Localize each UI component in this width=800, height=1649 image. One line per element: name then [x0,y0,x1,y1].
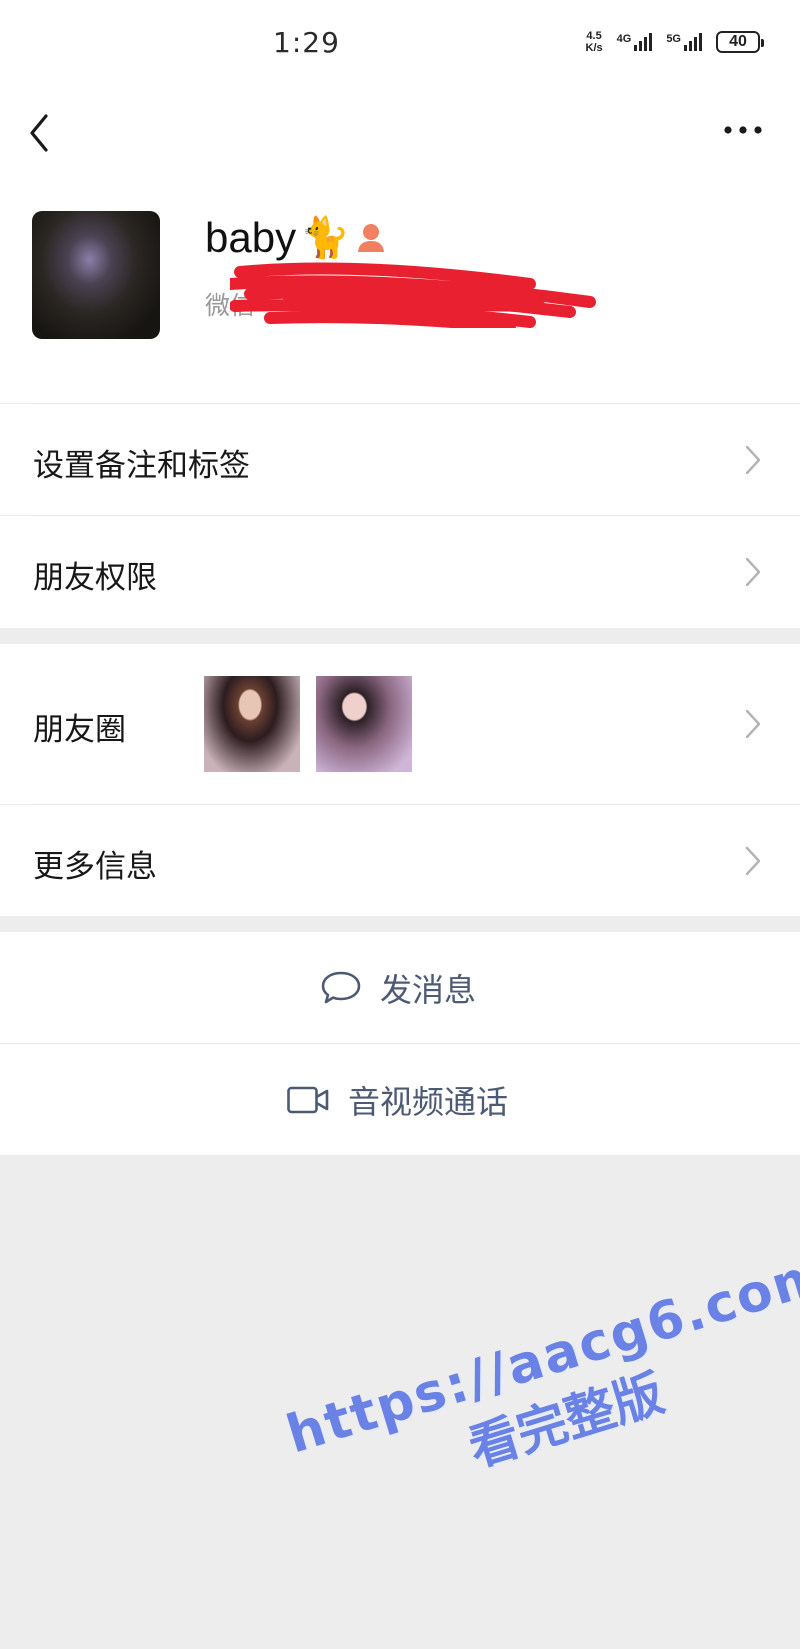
moments-row[interactable]: 朋友圈 [0,644,800,804]
friend-permissions-row[interactable]: 朋友权限 [0,516,800,628]
more-dots-icon [724,126,762,134]
moments-photo[interactable] [316,676,412,772]
avatar[interactable] [32,211,160,339]
profile-header [0,0,800,403]
video-call-button[interactable]: 音视频通话 [0,1044,800,1155]
nickname-row: baby 🐈 [205,214,388,262]
more-info-label: 更多信息 [33,849,157,885]
network-speed: 4.5 K/s [585,30,603,54]
status-icons: 4.5 K/s 4G 5G 40 [585,30,764,54]
chevron-right-icon [745,445,761,475]
more-info-row[interactable]: 更多信息 [0,805,800,916]
chevron-right-icon [745,709,761,739]
send-message-button[interactable]: 发消息 [0,932,800,1043]
more-options-button[interactable] [718,112,770,148]
cat-emoji: 🐈 [300,215,350,261]
video-camera-icon [287,1086,329,1113]
redaction-scribble [230,262,596,328]
chevron-right-icon [745,557,761,587]
chevron-right-icon [745,846,761,876]
female-icon [357,224,384,252]
video-call-label: 音视频通话 [348,1082,509,1121]
battery-icon: 40 [716,31,764,53]
send-message-label: 发消息 [380,970,477,1009]
signal-5g-icon: 5G [666,33,702,51]
moments-photo[interactable] [204,676,300,772]
friend-permissions-label: 朋友权限 [33,560,157,596]
signal-4g-icon: 4G [617,33,653,51]
chevron-left-icon [30,114,48,152]
set-remark-row[interactable]: 设置备注和标签 [0,404,800,515]
set-remark-label: 设置备注和标签 [33,448,250,484]
chat-bubble-icon [321,971,361,1003]
back-button[interactable] [22,108,62,158]
moments-thumbnails [0,676,800,772]
watermark: https://aacg6.com 看完整版 [280,1244,800,1531]
status-time: 1:29 [273,26,340,59]
nickname: baby [205,214,297,261]
